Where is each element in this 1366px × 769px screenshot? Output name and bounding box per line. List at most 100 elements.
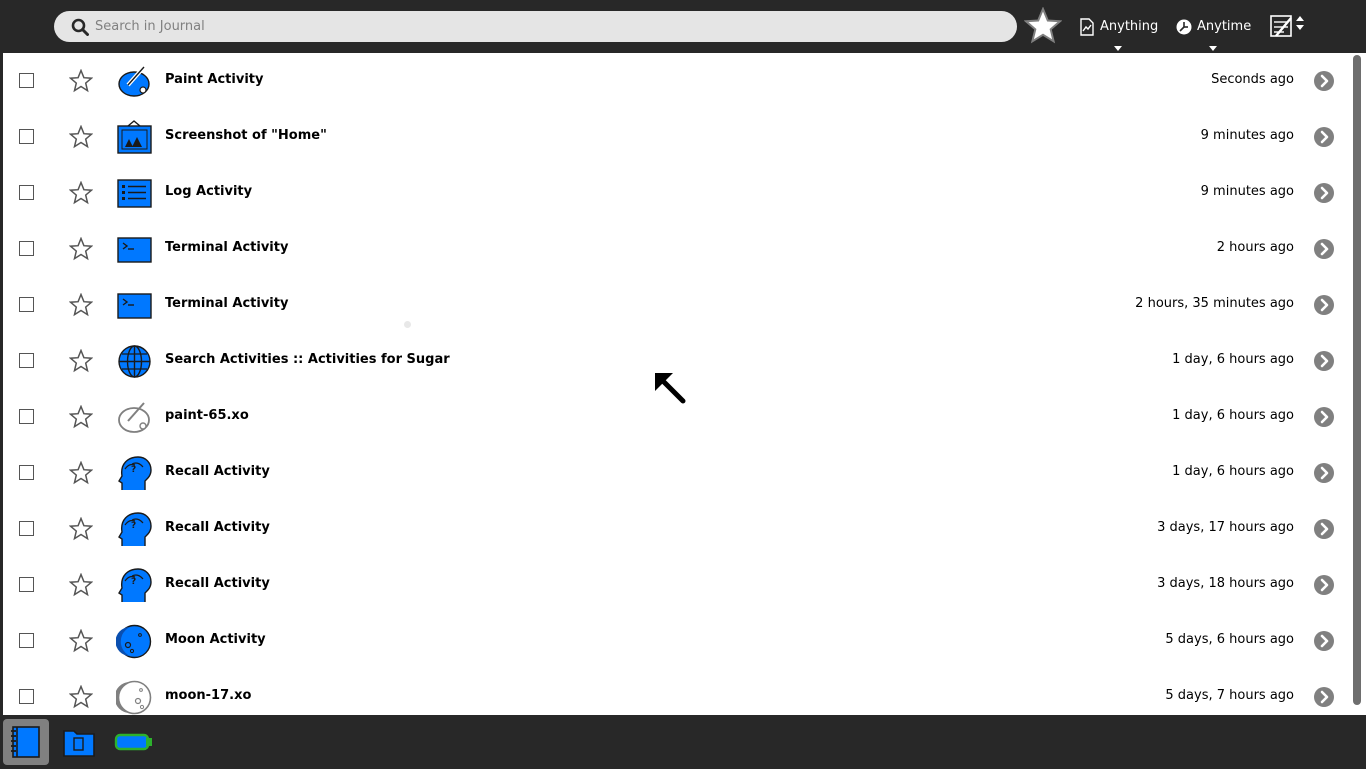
journal-entry-row[interactable]: Screenshot of "Home" 9 minutes ago <box>3 109 1350 165</box>
select-checkbox[interactable] <box>19 409 34 424</box>
entry-title[interactable]: Recall Activity <box>165 576 270 591</box>
sort-view-icon[interactable] <box>1268 12 1306 42</box>
svg-text:?: ? <box>131 577 136 587</box>
details-arrow-icon[interactable] <box>1314 519 1334 539</box>
entry-title[interactable]: Screenshot of "Home" <box>165 128 327 143</box>
journal-entry-row[interactable]: moon-17.xo 5 days, 7 hours ago <box>3 669 1350 715</box>
select-checkbox[interactable] <box>19 353 34 368</box>
entry-time: 1 day, 6 hours ago <box>1172 464 1294 479</box>
favorite-star-icon[interactable] <box>68 460 94 485</box>
select-checkbox[interactable] <box>19 633 34 648</box>
select-checkbox[interactable] <box>19 129 34 144</box>
select-checkbox[interactable] <box>19 521 34 536</box>
terminal-icon[interactable] <box>116 287 153 324</box>
entry-time: 3 days, 17 hours ago <box>1157 520 1294 535</box>
journal-icon <box>11 726 40 758</box>
journal-entry-row[interactable]: Log Activity 9 minutes ago <box>3 165 1350 221</box>
recall-icon[interactable]: ? <box>116 511 153 548</box>
details-arrow-icon[interactable] <box>1314 127 1334 147</box>
entry-title[interactable]: Paint Activity <box>165 72 263 87</box>
entry-title[interactable]: Recall Activity <box>165 464 270 479</box>
entry-title[interactable]: paint-65.xo <box>165 408 249 423</box>
what-filter-button[interactable]: Anything <box>1078 0 1158 53</box>
favorite-star-icon[interactable] <box>68 404 94 429</box>
search-input[interactable] <box>95 11 995 42</box>
entry-time: 9 minutes ago <box>1200 128 1294 143</box>
favorite-star-icon[interactable] <box>68 292 94 317</box>
entry-title[interactable]: Terminal Activity <box>165 240 288 255</box>
details-arrow-icon[interactable] <box>1314 183 1334 203</box>
entry-time: 1 day, 6 hours ago <box>1172 408 1294 423</box>
entry-time: 3 days, 18 hours ago <box>1157 576 1294 591</box>
favorite-star-icon[interactable] <box>68 124 94 149</box>
select-checkbox[interactable] <box>19 241 34 256</box>
favorite-star-icon[interactable] <box>68 180 94 205</box>
details-arrow-icon[interactable] <box>1314 463 1334 483</box>
moon-bundle-icon[interactable] <box>114 679 153 715</box>
select-checkbox[interactable] <box>19 577 34 592</box>
bottom-tray <box>0 715 1366 768</box>
journal-entry-row[interactable]: ? Recall Activity 3 days, 18 hours ago <box>3 557 1350 613</box>
recall-icon[interactable]: ? <box>116 455 153 492</box>
entry-time: 1 day, 6 hours ago <box>1172 352 1294 367</box>
recall-icon[interactable]: ? <box>116 567 153 604</box>
select-checkbox[interactable] <box>19 185 34 200</box>
journal-entry-row[interactable]: Terminal Activity 2 hours, 35 minutes ag… <box>3 277 1350 333</box>
scrollbar-thumb[interactable] <box>1353 55 1361 705</box>
favorite-star-icon[interactable] <box>68 572 94 597</box>
select-checkbox[interactable] <box>19 297 34 312</box>
globe-icon[interactable] <box>116 343 153 380</box>
entry-time: Seconds ago <box>1211 72 1294 87</box>
journal-entry-row[interactable]: ? Recall Activity 1 day, 6 hours ago <box>3 445 1350 501</box>
journal-tray-item[interactable] <box>3 719 49 765</box>
details-arrow-icon[interactable] <box>1314 687 1334 707</box>
details-arrow-icon[interactable] <box>1314 407 1334 427</box>
search-box[interactable] <box>54 11 1017 42</box>
details-arrow-icon[interactable] <box>1314 239 1334 259</box>
entry-time: 5 days, 6 hours ago <box>1165 632 1294 647</box>
image-icon[interactable] <box>116 119 153 156</box>
details-arrow-icon[interactable] <box>1314 295 1334 315</box>
favorite-star-icon[interactable] <box>68 68 94 93</box>
clock-filter-icon <box>1176 19 1192 34</box>
chevron-down-icon <box>1209 46 1218 51</box>
terminal-icon[interactable] <box>116 231 153 268</box>
details-arrow-icon[interactable] <box>1314 575 1334 595</box>
paint-icon[interactable] <box>116 63 153 100</box>
usb-drive-icon <box>114 733 152 751</box>
entry-title[interactable]: moon-17.xo <box>165 688 251 703</box>
details-arrow-icon[interactable] <box>1314 631 1334 651</box>
select-checkbox[interactable] <box>19 465 34 480</box>
favorite-star-icon[interactable] <box>68 516 94 541</box>
entry-time: 5 days, 7 hours ago <box>1165 688 1294 703</box>
entry-title[interactable]: Search Activities :: Activities for Suga… <box>165 352 450 367</box>
journal-entry-row[interactable]: Moon Activity 5 days, 6 hours ago <box>3 613 1350 669</box>
entry-title[interactable]: Moon Activity <box>165 632 266 647</box>
select-checkbox[interactable] <box>19 73 34 88</box>
entry-title[interactable]: Log Activity <box>165 184 252 199</box>
favorite-star-icon[interactable] <box>68 348 94 373</box>
select-checkbox[interactable] <box>19 689 34 704</box>
paint-bundle-icon[interactable] <box>116 399 153 436</box>
details-arrow-icon[interactable] <box>1314 71 1334 91</box>
journal-entry-row[interactable]: ? Recall Activity 3 days, 17 hours ago <box>3 501 1350 557</box>
log-icon[interactable] <box>116 175 153 212</box>
moon-icon[interactable] <box>115 623 153 660</box>
stray-dot <box>404 321 411 328</box>
mouse-cursor-icon <box>655 373 686 404</box>
favorite-star-icon[interactable] <box>68 628 94 653</box>
scrollbar[interactable] <box>1350 53 1366 715</box>
entry-title[interactable]: Recall Activity <box>165 520 270 535</box>
usb-tray-item[interactable] <box>110 719 156 765</box>
when-filter-button[interactable]: Anytime <box>1175 0 1251 53</box>
journal-toolbar: Anything Anytime <box>0 0 1366 53</box>
favorite-star-icon[interactable] <box>68 236 94 261</box>
documents-tray-item[interactable] <box>56 719 102 765</box>
favorite-star-icon[interactable] <box>68 684 94 709</box>
favorites-filter-star-icon[interactable] <box>1024 7 1062 45</box>
journal-entry-row[interactable]: Paint Activity Seconds ago <box>3 53 1350 109</box>
svg-text:?: ? <box>131 521 136 531</box>
entry-title[interactable]: Terminal Activity <box>165 296 288 311</box>
journal-entry-row[interactable]: Terminal Activity 2 hours ago <box>3 221 1350 277</box>
details-arrow-icon[interactable] <box>1314 351 1334 371</box>
